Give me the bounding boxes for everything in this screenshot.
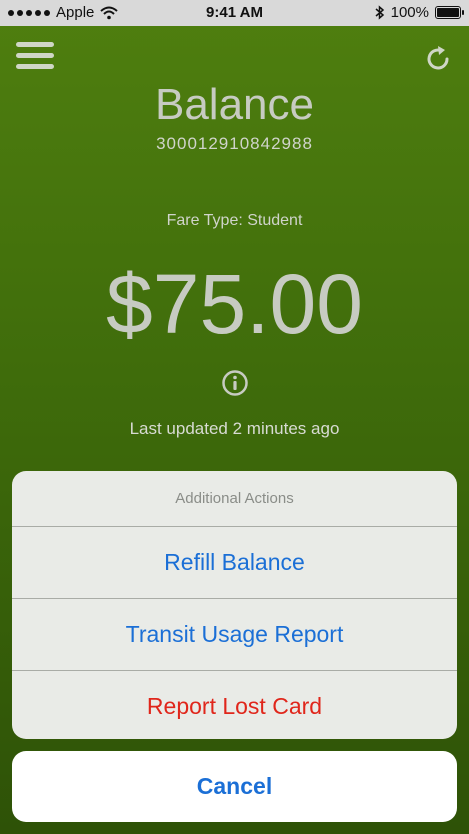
fare-type: Fare Type: Student — [166, 212, 303, 229]
refresh-icon[interactable] — [423, 44, 453, 74]
battery-percent: 100% — [390, 4, 429, 21]
app-screen: Apple 9:41 AM 100% Balance 3000129108429… — [0, 0, 469, 834]
cancel-button[interactable]: Cancel — [12, 751, 457, 822]
transit-usage-report-button[interactable]: Transit Usage Report — [12, 599, 457, 671]
report-lost-card-button[interactable]: Report Lost Card — [12, 671, 457, 739]
status-right: 100% — [375, 4, 464, 21]
action-sheet: Additional Actions Refill Balance Transi… — [12, 471, 457, 739]
bluetooth-icon — [375, 5, 384, 20]
last-updated: Last updated 2 minutes ago — [129, 419, 340, 438]
status-bar: Apple 9:41 AM 100% — [0, 0, 469, 26]
refill-balance-button[interactable]: Refill Balance — [12, 527, 457, 599]
balance-amount: $75.00 — [106, 257, 363, 351]
info-icon[interactable] — [221, 369, 249, 397]
page-title: Balance — [154, 80, 314, 129]
battery-icon — [435, 6, 464, 19]
card-number: 300012910842988 — [156, 134, 313, 153]
action-sheet-title: Additional Actions — [12, 471, 457, 527]
hamburger-menu-icon[interactable] — [16, 42, 54, 72]
